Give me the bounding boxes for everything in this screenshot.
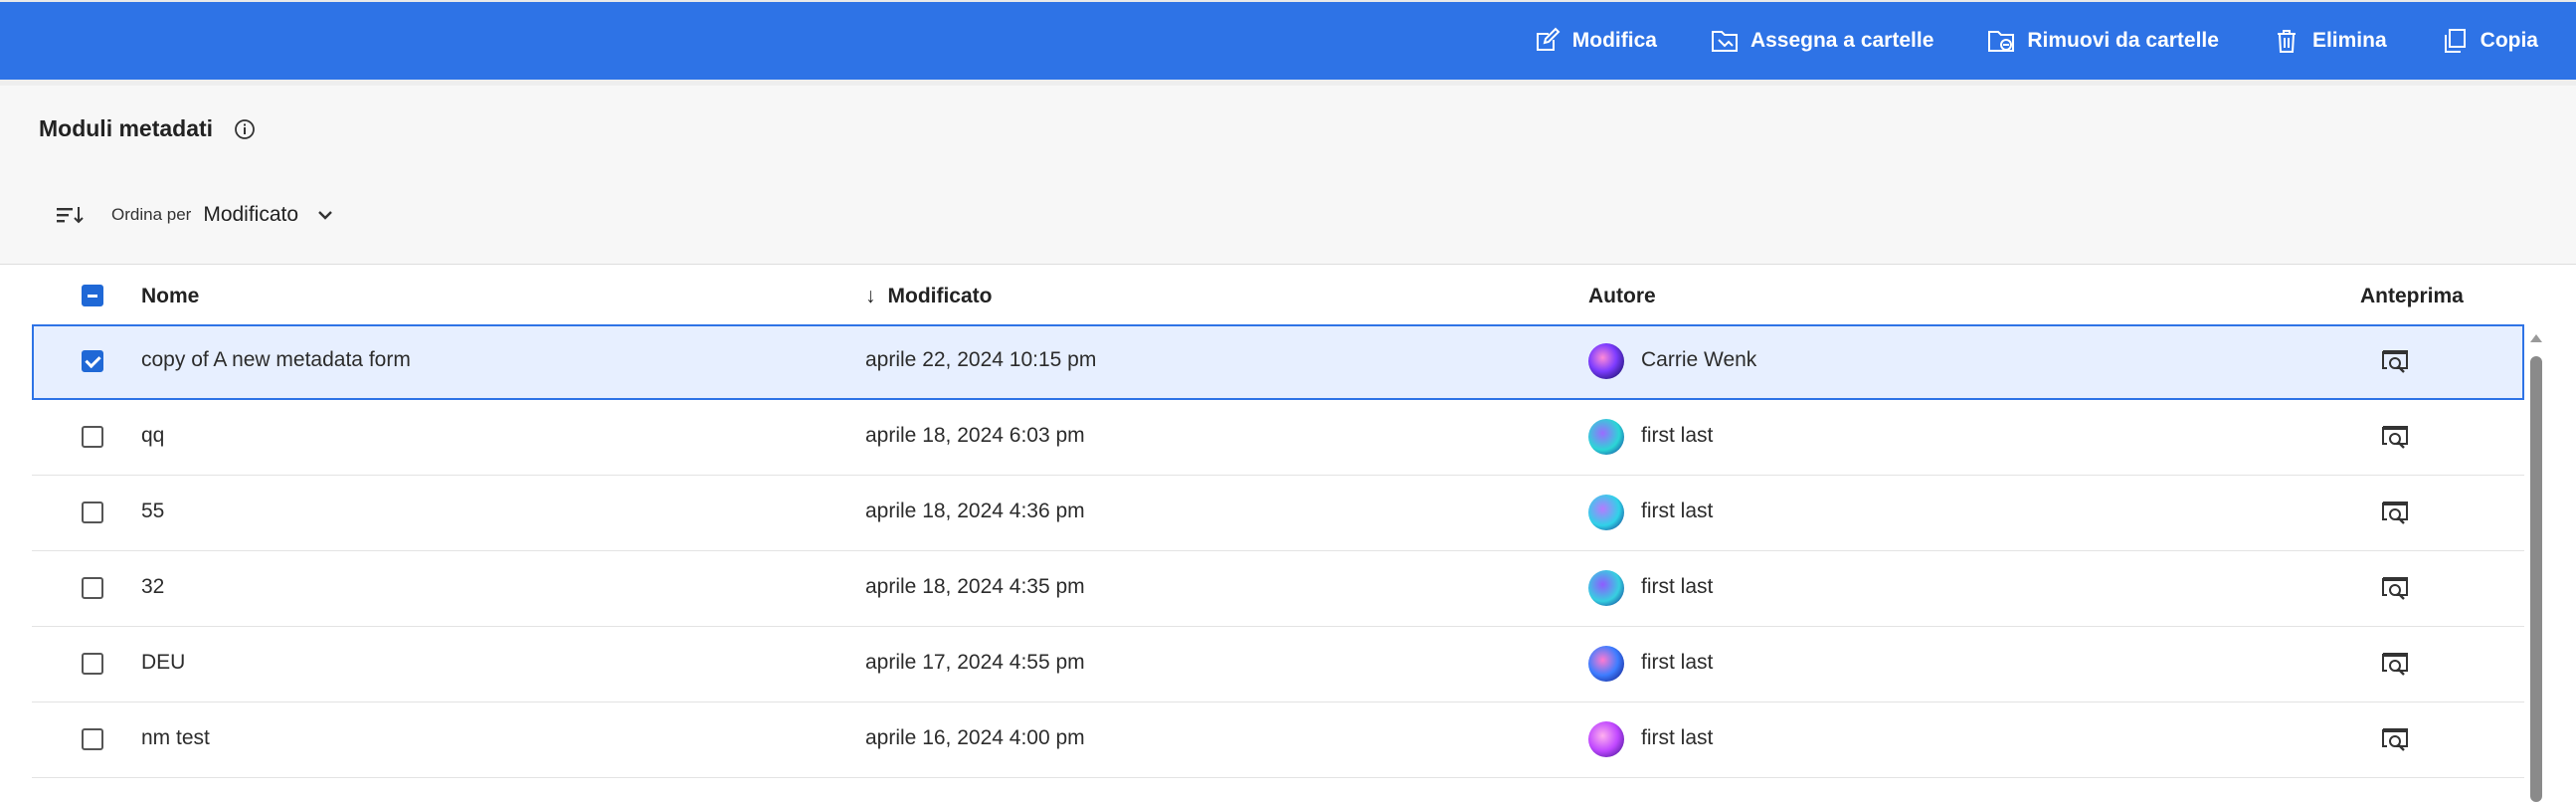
avatar bbox=[1588, 721, 1624, 757]
preview-icon[interactable] bbox=[2381, 424, 2409, 450]
preview-icon[interactable] bbox=[2381, 726, 2409, 752]
sort-control[interactable]: Ordina per Modificato bbox=[56, 203, 336, 227]
edit-icon bbox=[1533, 27, 1561, 55]
assign-folder-icon bbox=[1711, 27, 1739, 55]
assign-to-folders-button[interactable]: Assegna a cartelle bbox=[1711, 27, 1933, 55]
preview-icon[interactable] bbox=[2381, 348, 2409, 374]
row-modified: aprile 18, 2024 4:35 pm bbox=[865, 575, 1085, 598]
row-name[interactable]: 55 bbox=[141, 500, 164, 523]
row-author: first last bbox=[1641, 424, 1714, 447]
row-modified: aprile 18, 2024 4:36 pm bbox=[865, 500, 1085, 522]
column-header-name[interactable]: Nome bbox=[141, 285, 199, 308]
row-checkbox[interactable] bbox=[82, 426, 103, 448]
row-name[interactable]: nm test bbox=[141, 726, 210, 750]
avatar bbox=[1588, 646, 1624, 682]
row-modified: aprile 18, 2024 6:03 pm bbox=[865, 424, 1085, 447]
avatar bbox=[1588, 570, 1624, 606]
remove-folder-icon bbox=[1987, 27, 2015, 55]
table-row[interactable]: 55 aprile 18, 2024 4:36 pm first last bbox=[32, 476, 2524, 551]
page-header: Moduli metadati Ordina per Modificato bbox=[0, 80, 2576, 265]
edit-label: Modifica bbox=[1571, 29, 1657, 52]
row-modified: aprile 17, 2024 4:55 pm bbox=[865, 651, 1085, 674]
avatar bbox=[1588, 343, 1624, 379]
table-row[interactable]: qq aprile 18, 2024 6:03 pm first last bbox=[32, 400, 2524, 476]
row-modified: aprile 16, 2024 4:00 pm bbox=[865, 726, 1085, 749]
delete-label: Elimina bbox=[2311, 29, 2387, 52]
table-body: copy of A new metadata form aprile 22, 2… bbox=[32, 324, 2524, 778]
table-row[interactable]: copy of A new metadata form aprile 22, 2… bbox=[32, 324, 2524, 400]
preview-icon[interactable] bbox=[2381, 651, 2409, 677]
row-author: first last bbox=[1641, 651, 1714, 674]
row-author: first last bbox=[1641, 500, 1714, 522]
row-checkbox[interactable] bbox=[82, 728, 103, 750]
column-header-preview: Anteprima bbox=[2360, 285, 2464, 307]
arrow-down-icon: ↓ bbox=[865, 285, 876, 307]
sort-icon[interactable] bbox=[56, 203, 86, 227]
row-name[interactable]: qq bbox=[141, 424, 164, 448]
copy-icon bbox=[2441, 27, 2469, 55]
sort-value[interactable]: Modificato bbox=[203, 203, 298, 227]
avatar bbox=[1588, 419, 1624, 455]
row-checkbox[interactable] bbox=[82, 577, 103, 599]
table-row[interactable]: DEU aprile 17, 2024 4:55 pm first last bbox=[32, 627, 2524, 702]
metadata-forms-table: Nome ↓ Modificato Autore Anteprima copy o… bbox=[32, 267, 2524, 778]
title-row: Moduli metadati bbox=[39, 115, 257, 142]
row-name[interactable]: copy of A new metadata form bbox=[141, 348, 411, 372]
chevron-down-icon[interactable] bbox=[298, 204, 336, 226]
table-row[interactable]: nm test aprile 16, 2024 4:00 pm first la… bbox=[32, 702, 2524, 778]
preview-icon[interactable] bbox=[2381, 575, 2409, 601]
scrollbar[interactable] bbox=[2526, 326, 2546, 802]
row-author: first last bbox=[1641, 575, 1714, 598]
column-header-modified-label: Modificato bbox=[887, 285, 993, 307]
info-icon[interactable] bbox=[233, 117, 257, 141]
row-checkbox[interactable] bbox=[82, 653, 103, 675]
select-all-checkbox[interactable] bbox=[82, 285, 103, 306]
action-bar: Modifica Assegna a cartelle Rimuovi da c… bbox=[0, 0, 2576, 80]
row-checkbox[interactable] bbox=[82, 501, 103, 523]
row-name[interactable]: 32 bbox=[141, 575, 164, 599]
remove-from-folders-button[interactable]: Rimuovi da cartelle bbox=[1987, 27, 2219, 55]
trash-icon bbox=[2273, 27, 2300, 55]
table-header: Nome ↓ Modificato Autore Anteprima bbox=[32, 267, 2524, 324]
copy-button[interactable]: Copia bbox=[2441, 27, 2538, 55]
row-modified: aprile 22, 2024 10:15 pm bbox=[865, 348, 1097, 371]
assign-to-folders-label: Assegna a cartelle bbox=[1749, 29, 1934, 52]
action-list: Modifica Assegna a cartelle Rimuovi da c… bbox=[1533, 2, 2538, 80]
page-title: Moduli metadati bbox=[39, 115, 214, 141]
preview-icon[interactable] bbox=[2381, 500, 2409, 525]
row-author: Carrie Wenk bbox=[1641, 348, 1757, 371]
avatar bbox=[1588, 495, 1624, 530]
scroll-thumb[interactable] bbox=[2530, 356, 2542, 802]
row-name[interactable]: DEU bbox=[141, 651, 185, 675]
row-checkbox[interactable] bbox=[82, 350, 103, 372]
copy-label: Copia bbox=[2480, 29, 2538, 52]
column-header-author[interactable]: Autore bbox=[1588, 285, 1656, 308]
sort-label: Ordina per bbox=[111, 205, 192, 224]
table-row[interactable]: 32 aprile 18, 2024 4:35 pm first last bbox=[32, 551, 2524, 627]
row-author: first last bbox=[1641, 726, 1714, 749]
edit-button[interactable]: Modifica bbox=[1533, 27, 1657, 55]
remove-from-folders-label: Rimuovi da cartelle bbox=[2027, 29, 2219, 52]
scroll-up-arrow[interactable] bbox=[2530, 334, 2542, 342]
delete-button[interactable]: Elimina bbox=[2273, 27, 2387, 55]
column-header-modified[interactable]: ↓ Modificato bbox=[865, 285, 993, 308]
